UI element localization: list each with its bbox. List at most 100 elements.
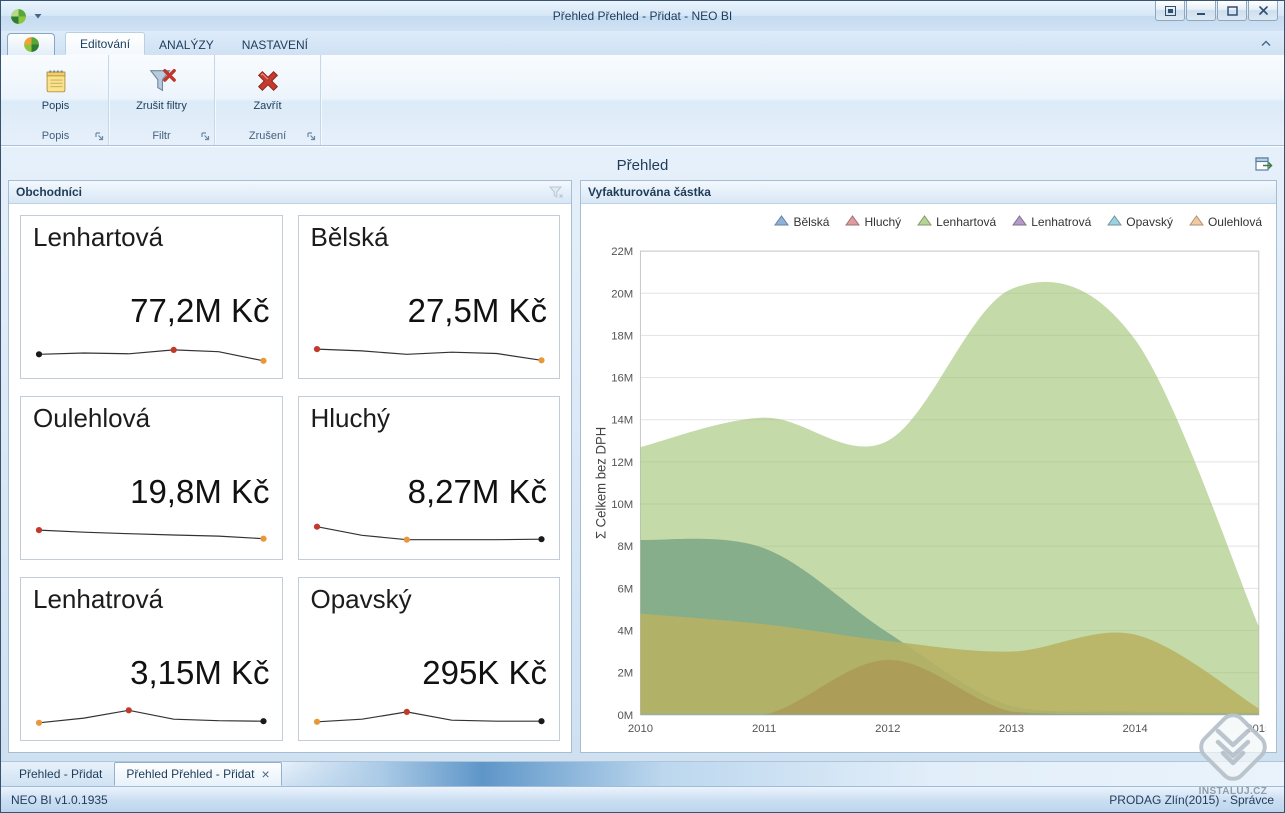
legend-label: Bělská	[793, 215, 829, 229]
kpi-value: 19,8M Kč	[33, 475, 270, 510]
kpi-sparkline	[33, 517, 270, 551]
legend-item-belska[interactable]: Bělská	[774, 215, 829, 229]
kpi-value: 77,2M Kč	[33, 294, 270, 329]
kpi-card-lenhatrova[interactable]: Lenhatrová3,15M Kč	[20, 577, 283, 741]
svg-text:16M: 16M	[611, 373, 633, 385]
ribbon-button-popis[interactable]: Popis	[18, 61, 94, 116]
ribbon-button-label: Popis	[42, 100, 70, 112]
svg-text:2012: 2012	[875, 723, 900, 735]
ribbon-collapse-icon[interactable]	[1256, 35, 1276, 51]
instaluj-watermark: INSTALUJ.CZ	[1183, 707, 1283, 797]
document-tab-prehled-pridat[interactable]: Přehled - Přidat	[7, 762, 114, 786]
legend-marker-icon	[845, 215, 860, 229]
legend-label: Opavský	[1126, 215, 1173, 229]
legend-item-lenhatrova[interactable]: Lenhatrová	[1012, 215, 1091, 229]
svg-text:18M: 18M	[611, 331, 633, 343]
chart-panel: Vyfakturována částka Bělská Hluchý Lenhart…	[580, 180, 1277, 753]
kpi-sparkline	[311, 517, 548, 551]
kpi-value: 3,15M Kč	[33, 656, 270, 691]
legend-item-hluchy[interactable]: Hluchý	[845, 215, 901, 229]
legend-label: Lenhartová	[936, 215, 996, 229]
app-logo-icon[interactable]	[10, 8, 27, 25]
legend-marker-icon	[1107, 215, 1122, 229]
document-tab-label: Přehled - Přidat	[19, 767, 102, 781]
page-title: Přehled	[617, 157, 669, 174]
legend-marker-icon	[1189, 215, 1204, 229]
app-window: Přehled Přehled - Přidat - NEO BI Editov…	[0, 0, 1285, 813]
salespeople-panel-title: Obchodníci	[16, 185, 82, 199]
kpi-card-grid: Lenhartová77,2M KčBělská27,5M KčOulehlov…	[9, 204, 571, 752]
svg-text:6M: 6M	[618, 583, 634, 595]
maximize-button[interactable]	[1217, 1, 1247, 21]
kpi-sparkline	[311, 698, 548, 732]
chart-panel-title: Vyfakturována částka	[588, 185, 711, 199]
ribbon-button-zrusit-filtry[interactable]: Zrušit filtry	[124, 61, 200, 116]
kpi-sparkline	[311, 336, 548, 370]
svg-text:0M: 0M	[618, 710, 634, 722]
dialog-launcher-icon[interactable]	[306, 131, 317, 142]
legend-marker-icon	[774, 215, 789, 229]
svg-text:14M: 14M	[611, 415, 633, 427]
file-menu-button[interactable]	[7, 33, 55, 55]
ribbon-group-label: Zrušení	[249, 130, 286, 142]
window-title: Přehled Přehled - Přidat - NEO BI	[1, 9, 1284, 23]
legend-label: Hluchý	[864, 215, 901, 229]
ribbon-group-footer: Filtr	[109, 127, 214, 145]
page-header: Přehled	[8, 150, 1277, 180]
legend-item-opavsky[interactable]: Opavský	[1107, 215, 1173, 229]
svg-text:20M: 20M	[611, 288, 633, 300]
kpi-sparkline	[33, 698, 270, 732]
ribbon: Popis Popis Zrušit filtry Filtr Zavřít Zrušen…	[1, 55, 1284, 146]
kpi-card-lenhartova[interactable]: Lenhartová77,2M Kč	[20, 215, 283, 379]
chart-panel-header: Vyfakturována částka	[581, 181, 1276, 204]
ribbon-group-buttons: Popis	[3, 55, 108, 127]
svg-text:12M: 12M	[611, 457, 633, 469]
svg-text:22M: 22M	[611, 246, 633, 258]
ribbon-group-label: Popis	[42, 130, 70, 142]
ribbon-group-zruseni: Zavřít Zrušení	[215, 55, 321, 145]
document-tab-bar: Přehled - Přidat Přehled Přehled - Přidat…	[1, 761, 1284, 786]
kpi-card-opavsky[interactable]: Opavský295K Kč	[298, 577, 561, 741]
status-version: NEO BI v1.0.1935	[11, 793, 108, 807]
legend-item-oulehlova[interactable]: Oulehlová	[1189, 215, 1262, 229]
ribbon-tab-nastaveni[interactable]: NASTAVENÍ	[228, 34, 322, 55]
kpi-value: 295K Kč	[311, 656, 548, 691]
svg-text:8M: 8M	[618, 541, 634, 553]
legend-marker-icon	[917, 215, 932, 229]
close-red-icon	[252, 65, 284, 97]
window-controls	[1154, 1, 1278, 21]
legend-item-lenhartova[interactable]: Lenhartová	[917, 215, 996, 229]
ribbon-group-filtr: Zrušit filtry Filtr	[109, 55, 215, 145]
kpi-card-oulehlova[interactable]: Oulehlová 19,8M Kč	[20, 396, 283, 560]
document-tab-prehled-prehled-pridat[interactable]: Přehled Přehled - Přidat ×	[114, 762, 281, 786]
dialog-launcher-icon[interactable]	[94, 131, 105, 142]
dashboard-panels: Obchodníci Lenhartová77,2M KčBělská27,5M…	[8, 180, 1277, 753]
dialog-launcher-icon[interactable]	[200, 131, 211, 142]
filter-icon[interactable]	[549, 186, 564, 199]
document-tab-label: Přehled Přehled - Přidat	[126, 767, 254, 781]
legend-marker-icon	[1012, 215, 1027, 229]
ribbon-button-zavrit[interactable]: Zavřít	[230, 61, 306, 116]
quick-access-dropdown-icon[interactable]	[34, 13, 42, 19]
kpi-card-hluchy[interactable]: Hluchý8,27M Kč	[298, 396, 561, 560]
tab-close-icon[interactable]: ×	[261, 767, 269, 781]
export-report-icon[interactable]	[1254, 155, 1274, 174]
fullscreen-button[interactable]	[1155, 1, 1185, 21]
ribbon-button-label: Zrušit filtry	[136, 100, 187, 112]
kpi-name: Hluchý	[311, 403, 548, 434]
ribbon-group-label: Filtr	[152, 130, 170, 142]
ribbon-group-popis: Popis Popis	[3, 55, 109, 145]
legend-label: Oulehlová	[1208, 215, 1262, 229]
svg-text:2011: 2011	[752, 723, 776, 735]
minimize-button[interactable]	[1186, 1, 1216, 21]
kpi-name: Oulehlová	[33, 403, 270, 434]
ribbon-tab-analyzy[interactable]: ANALÝZY	[145, 34, 228, 55]
title-bar: Přehled Přehled - Přidat - NEO BI	[1, 1, 1284, 31]
kpi-name: Bělská	[311, 222, 548, 253]
salespeople-panel-header: Obchodníci	[9, 181, 571, 204]
ribbon-group-buttons: Zavřít	[215, 55, 320, 127]
close-button[interactable]	[1248, 1, 1278, 21]
svg-text:4M: 4M	[618, 626, 634, 638]
ribbon-tab-editovani[interactable]: Editování	[65, 32, 145, 55]
kpi-card-belska[interactable]: Bělská27,5M Kč	[298, 215, 561, 379]
